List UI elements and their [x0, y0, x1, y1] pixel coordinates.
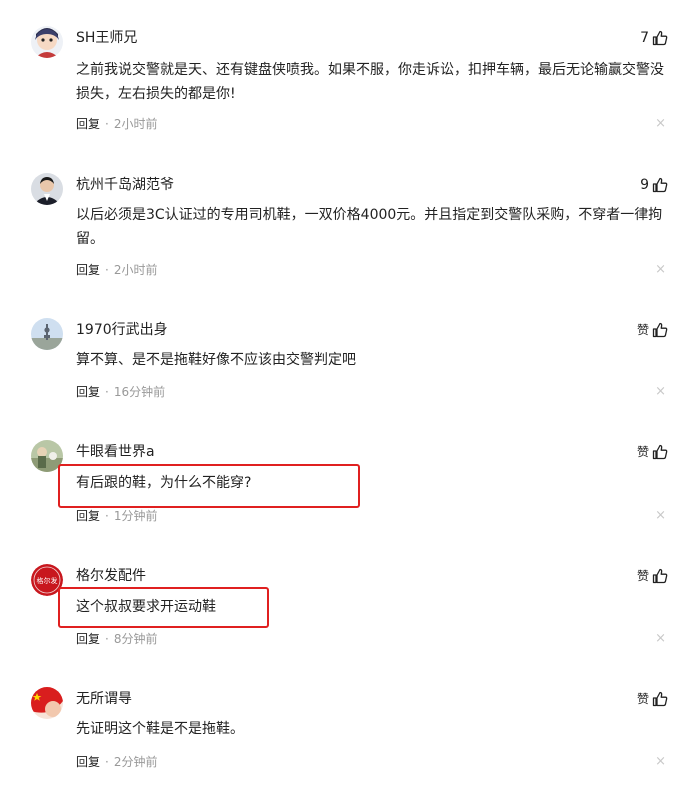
comment-text: 先证明这个鞋是不是拖鞋。 — [76, 721, 244, 737]
reply-button[interactable]: 回复 — [76, 755, 100, 769]
avatar-image — [31, 318, 63, 350]
thumbs-up-icon — [652, 568, 668, 584]
thumbs-up-icon — [652, 30, 668, 46]
like-button[interactable]: 赞 — [637, 442, 668, 462]
comment-meta: 回复 · 2小时前 — [76, 116, 157, 132]
timestamp: 8分钟前 — [113, 632, 158, 646]
avatar-image — [31, 687, 63, 719]
timestamp: 16分钟前 — [113, 385, 166, 399]
comment-meta: 回复 · 2分钟前 — [76, 754, 157, 770]
like-button[interactable]: 赞 — [637, 689, 668, 709]
close-icon[interactable]: × — [655, 754, 666, 770]
close-icon[interactable]: × — [655, 384, 666, 400]
username[interactable]: 1970行武出身 — [76, 320, 168, 340]
like-button[interactable]: 7 — [640, 28, 668, 48]
separator-dot: · — [105, 263, 109, 277]
comment-meta: 回复 · 2小时前 — [76, 262, 157, 278]
separator-dot: · — [105, 632, 109, 646]
like-count: 7 — [640, 30, 649, 46]
comment-text: 之前我说交警就是天、还有键盘侠喷我。如果不服，你走诉讼，扣押车辆，最后无论输赢交… — [76, 62, 664, 102]
thumbs-up-icon — [652, 691, 668, 707]
username[interactable]: SH王师兄 — [76, 28, 137, 48]
separator-dot: · — [105, 509, 109, 523]
username[interactable]: 杭州千岛湖范爷 — [76, 175, 174, 195]
comment-meta: 回复 · 8分钟前 — [76, 631, 157, 647]
comment-meta: 回复 · 16分钟前 — [76, 384, 165, 400]
like-button[interactable]: 赞 — [637, 566, 668, 586]
like-label: 赞 — [636, 445, 649, 459]
reply-button[interactable]: 回复 — [76, 117, 100, 131]
close-icon[interactable]: × — [655, 262, 666, 278]
close-icon[interactable]: × — [655, 116, 666, 132]
username[interactable]: 牛眼看世界a — [76, 442, 155, 462]
timestamp: 1分钟前 — [113, 509, 158, 523]
like-label: 赞 — [636, 692, 649, 706]
reply-button[interactable]: 回复 — [76, 263, 100, 277]
like-label: 赞 — [636, 569, 649, 583]
timestamp: 2分钟前 — [113, 755, 158, 769]
thumbs-up-icon — [652, 444, 668, 460]
close-icon[interactable]: × — [655, 631, 666, 647]
separator-dot: · — [105, 385, 109, 399]
avatar[interactable] — [31, 26, 63, 58]
comment-meta: 回复 · 1分钟前 — [76, 508, 157, 524]
timestamp: 2小时前 — [113, 263, 158, 277]
like-button[interactable]: 赞 — [637, 320, 668, 340]
like-label: 赞 — [636, 323, 649, 337]
avatar-logo-text: 格尔发 — [37, 576, 58, 585]
timestamp: 2小时前 — [113, 117, 158, 131]
thumbs-up-icon — [652, 177, 668, 193]
username[interactable]: 无所谓㝵 — [76, 689, 132, 709]
separator-dot: · — [105, 117, 109, 131]
close-icon[interactable]: × — [655, 508, 666, 524]
separator-dot: · — [105, 755, 109, 769]
comment-text: 算不算、是不是拖鞋好像不应该由交警判定吧 — [76, 352, 356, 368]
like-count: 9 — [640, 177, 649, 193]
avatar[interactable] — [31, 318, 63, 350]
annotation-highlight-box — [58, 587, 269, 628]
reply-button[interactable]: 回复 — [76, 509, 100, 523]
username[interactable]: 格尔发配件 — [76, 566, 146, 586]
annotation-highlight-box — [58, 464, 360, 508]
thumbs-up-icon — [652, 322, 668, 338]
like-button[interactable]: 9 — [640, 175, 668, 195]
reply-button[interactable]: 回复 — [76, 632, 100, 646]
avatar-image — [31, 173, 63, 205]
avatar[interactable] — [31, 687, 63, 719]
comment-text: 以后必须是3C认证过的专用司机鞋，一双价格4000元。并且指定到交警队采购，不穿… — [76, 207, 663, 247]
avatar-image — [31, 26, 63, 58]
reply-button[interactable]: 回复 — [76, 385, 100, 399]
avatar[interactable] — [31, 173, 63, 205]
